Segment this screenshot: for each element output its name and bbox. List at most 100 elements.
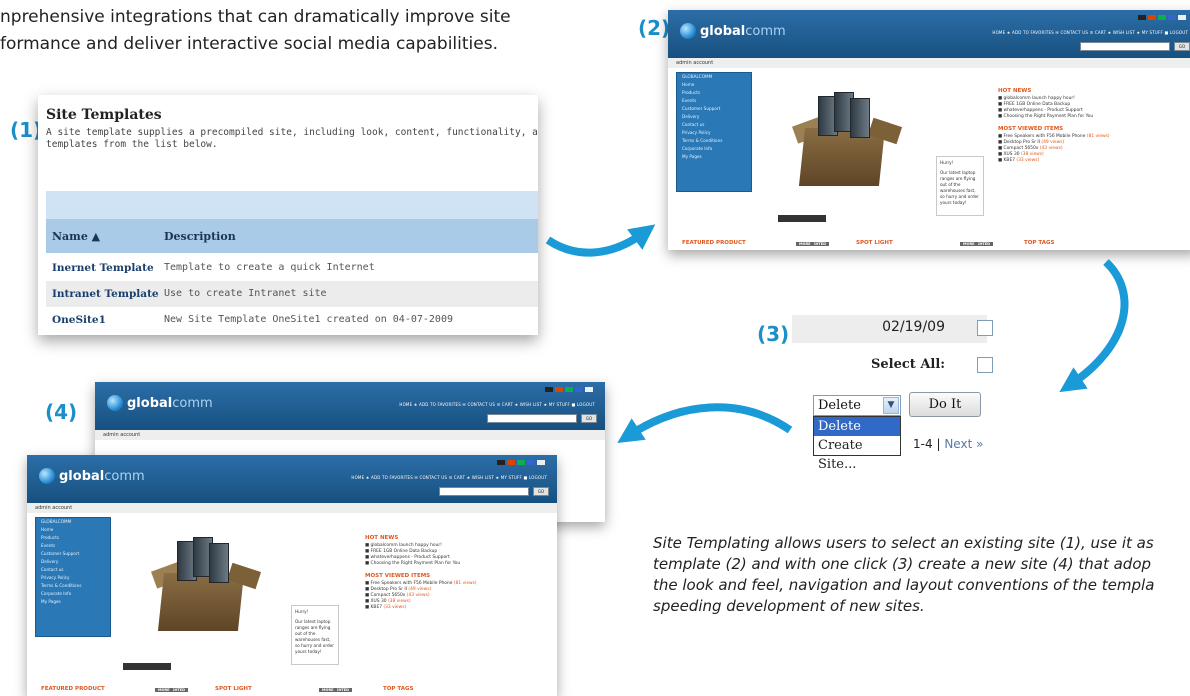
nav-item[interactable]: My Pages (36, 598, 110, 606)
laptop-image (850, 98, 870, 138)
more-pill[interactable]: MORE (960, 242, 978, 246)
pager-next-link[interactable]: Next » (944, 437, 983, 451)
nav-item[interactable]: Corporate Info (36, 590, 110, 598)
nav-item[interactable]: Delivery (36, 558, 110, 566)
more-pill[interactable]: MORE (155, 688, 173, 692)
step-label-3: (3) (757, 322, 790, 346)
news-item[interactable]: ■ Choosing the Right Payment Plan for Yo… (998, 114, 1148, 120)
flag-icon[interactable] (1168, 15, 1176, 20)
more-pill[interactable]: MORE (796, 242, 814, 246)
flag-icon[interactable] (1178, 15, 1186, 20)
site-logo[interactable]: globalcomm (700, 24, 786, 39)
nav-item[interactable]: GLOBALCOMM (677, 73, 751, 81)
flag-icon[interactable] (585, 387, 593, 392)
nav-item[interactable]: Privacy Policy (36, 574, 110, 582)
hero-banner (788, 82, 926, 194)
search-input[interactable] (439, 487, 529, 496)
top-navigation[interactable]: HOME ★ ADD TO FAVORITES ✉ CONTACT US ☰ C… (992, 30, 1188, 35)
top-navigation[interactable]: HOME ★ ADD TO FAVORITES ✉ CONTACT US ☰ C… (399, 402, 595, 407)
pager: 1-4 | Next » (913, 437, 983, 451)
nav-item[interactable]: Terms & Conditions (36, 582, 110, 590)
nav-item[interactable]: Terms & Conditions (677, 137, 751, 145)
option-delete[interactable]: Delete (814, 417, 900, 436)
table-row: OneSite1 New Site Template OneSite1 crea… (46, 307, 538, 333)
more-pill[interactable]: MORE (319, 688, 337, 692)
promo-card: Hurry! Our latest laptop ranges are flyin… (936, 156, 984, 216)
left-navigation: GLOBALCOMM Home Products Events Customer Sup… (35, 517, 111, 637)
template-link[interactable]: Inernet Template (52, 262, 154, 274)
cardboard-box (798, 128, 886, 186)
do-it-button[interactable]: Do It (909, 392, 981, 417)
template-link[interactable]: OneSite1 (52, 314, 106, 326)
flag-icon[interactable] (517, 460, 525, 465)
hero-banner (147, 527, 285, 639)
nav-item[interactable]: Customer Support (677, 105, 751, 113)
carousel-dots[interactable] (778, 215, 826, 222)
row-date: 02/19/09 (882, 319, 945, 335)
flag-icon[interactable] (565, 387, 573, 392)
site-logo[interactable]: globalcomm (59, 469, 145, 484)
select-all-checkbox[interactable] (977, 357, 993, 373)
account-bar: admin account (27, 503, 557, 513)
option-create-site[interactable]: Create Site... (814, 436, 900, 472)
news-item[interactable]: ■ Choosing the Right Payment Plan for Yo… (365, 561, 515, 567)
laptop-image (209, 543, 229, 583)
nav-item[interactable]: Customer Support (36, 550, 110, 558)
intro-line-2: formance and deliver interactive social … (0, 34, 498, 54)
search-input[interactable] (1080, 42, 1170, 51)
nav-item[interactable]: Products (36, 534, 110, 542)
nav-item[interactable]: Home (36, 526, 110, 534)
language-flags[interactable] (545, 387, 593, 392)
globe-logo-icon (39, 468, 55, 484)
nav-item[interactable]: Products (677, 89, 751, 97)
flag-icon[interactable] (507, 460, 515, 465)
nav-item[interactable]: Corporate Info (677, 145, 751, 153)
nav-item[interactable]: Events (36, 542, 110, 550)
template-link[interactable]: Intranet Template (52, 288, 159, 300)
action-select[interactable]: Delete ▼ (813, 395, 901, 416)
promo-title: Hurry! (940, 160, 954, 165)
column-header-name[interactable]: Name ▲ (52, 230, 100, 243)
spotlight-title: SPOT LIGHT (856, 240, 893, 246)
globe-logo-icon (107, 395, 123, 411)
flag-icon[interactable] (527, 460, 535, 465)
nav-item[interactable]: GLOBALCOMM (36, 518, 110, 526)
arrow-2-to-3 (1059, 259, 1129, 393)
bottom-section-titles: FEATURED PRODUCTHIGHLIGHTED MORESPOT LIG… (668, 238, 1190, 248)
caption-line-4: speeding development of new sites. (653, 597, 925, 615)
most-viewed-item[interactable]: ■ KBE7 (33 views) (365, 605, 515, 611)
flag-icon[interactable] (537, 460, 545, 465)
nav-item[interactable]: Contact us (36, 566, 110, 574)
site-header: globalcomm HOME ★ ADD TO FAVORITES ✉ CONT… (95, 382, 605, 430)
search-button[interactable]: GO (533, 487, 549, 496)
promo-title: Hurry! (295, 609, 309, 614)
most-viewed-item[interactable]: ■ KBE7 (33 views) (998, 158, 1148, 164)
site-logo[interactable]: globalcomm (127, 396, 213, 411)
language-flags[interactable] (497, 460, 545, 465)
description-line-2: templates from the list below. (46, 139, 218, 150)
nav-item[interactable]: Home (677, 81, 751, 89)
language-flags[interactable] (1138, 15, 1186, 20)
search-input[interactable] (487, 414, 577, 423)
top-tags-title: TOP TAGS (383, 686, 414, 692)
top-navigation[interactable]: HOME ★ ADD TO FAVORITES ✉ CONTACT US ☰ C… (351, 475, 547, 480)
account-bar: admin account (95, 430, 605, 440)
flag-icon[interactable] (545, 387, 553, 392)
chevron-down-icon[interactable]: ▼ (883, 397, 899, 414)
nav-item[interactable]: Contact us (677, 121, 751, 129)
flag-icon[interactable] (1158, 15, 1166, 20)
flag-icon[interactable] (575, 387, 583, 392)
flag-icon[interactable] (1138, 15, 1146, 20)
nav-item[interactable]: Delivery (677, 113, 751, 121)
row-checkbox[interactable] (977, 320, 993, 336)
flag-icon[interactable] (555, 387, 563, 392)
search-button[interactable]: GO (581, 414, 597, 423)
nav-item[interactable]: My Pages (677, 153, 751, 161)
nav-item[interactable]: Privacy Policy (677, 129, 751, 137)
carousel-dots[interactable] (123, 663, 171, 670)
flag-icon[interactable] (497, 460, 505, 465)
search-button[interactable]: GO (1174, 42, 1190, 51)
flag-icon[interactable] (1148, 15, 1156, 20)
promo-body: Our latest laptop ranges are flying out … (295, 619, 334, 654)
nav-item[interactable]: Events (677, 97, 751, 105)
